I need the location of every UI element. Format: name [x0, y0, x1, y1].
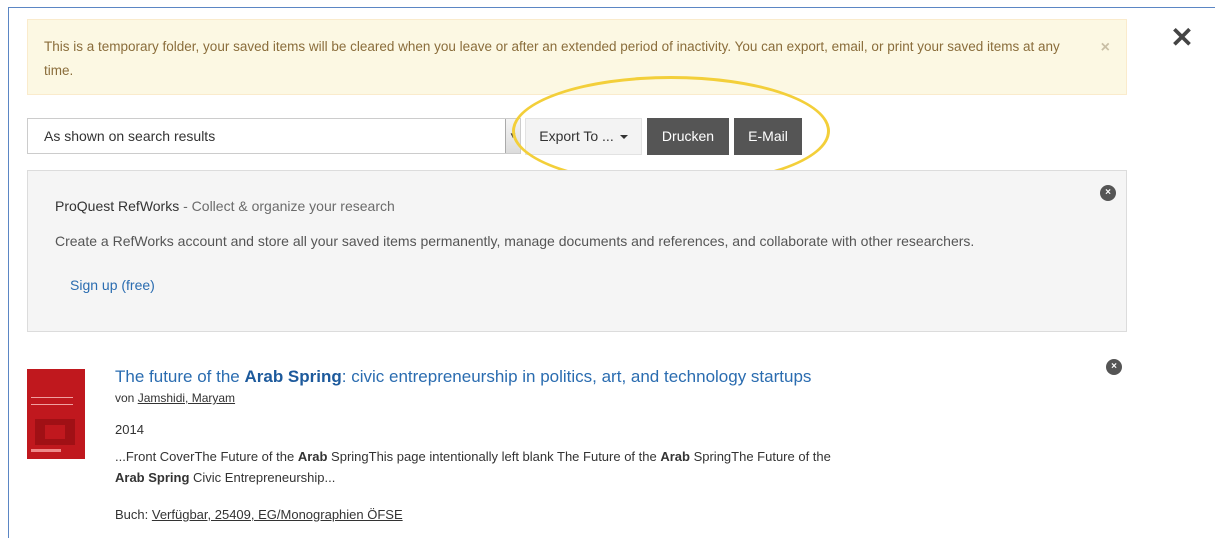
cover-author-art: [31, 449, 61, 452]
refworks-signup-link[interactable]: Sign up (free): [70, 277, 155, 293]
author-by-label: von: [115, 391, 138, 405]
refworks-description: Create a RefWorks account and store all …: [55, 233, 975, 249]
snippet-highlight: Arab: [297, 449, 328, 464]
refworks-subtitle: - Collect & organize your research: [179, 198, 395, 214]
window-close-icon[interactable]: ✕: [1168, 24, 1196, 52]
author-link[interactable]: Jamshidi, Maryam: [138, 391, 235, 405]
temporary-folder-alert: This is a temporary folder, your saved i…: [27, 19, 1127, 95]
format-select[interactable]: As shown on search results ▼: [27, 118, 521, 154]
availability-link[interactable]: Verfügbar, 25409, EG/Monographien ÖFSE: [152, 507, 403, 522]
refworks-title: ProQuest RefWorks - Collect & organize y…: [55, 198, 395, 214]
alert-message: This is a temporary folder, your saved i…: [44, 39, 1060, 78]
snippet-part: SpringThis page intentionally left blank…: [327, 449, 661, 464]
item-snippet: ...Front CoverThe Future of the Arab Spr…: [115, 446, 845, 488]
item-availability: Buch: Verfügbar, 25409, EG/Monographien …: [115, 507, 403, 522]
select-arrow-icon[interactable]: ▼: [505, 119, 520, 153]
email-button[interactable]: E-Mail: [734, 118, 802, 155]
refworks-panel: ProQuest RefWorks - Collect & organize y…: [27, 170, 1127, 332]
refworks-title-text: ProQuest RefWorks: [55, 198, 180, 214]
cover-subtitle-art: [31, 397, 73, 405]
snippet-part: SpringThe Future of the: [689, 449, 831, 464]
item-year: 2014: [115, 422, 144, 437]
format-select-value: As shown on search results: [44, 128, 216, 144]
export-label: Export To ...: [539, 128, 614, 144]
item-title-suffix: : civic entrepreneurship in politics, ar…: [341, 367, 812, 386]
item-title-link[interactable]: The future of the Arab Spring: civic ent…: [115, 367, 811, 387]
refworks-close-icon[interactable]: ×: [1100, 185, 1116, 201]
alert-close-icon[interactable]: ×: [1101, 36, 1110, 60]
item-author: von Jamshidi, Maryam: [115, 391, 235, 405]
print-button[interactable]: Drucken: [647, 118, 729, 155]
caret-down-icon: [619, 135, 628, 140]
item-remove-icon[interactable]: ×: [1106, 359, 1122, 375]
item-title-prefix: The future of the: [115, 367, 245, 386]
snippet-part: ...Front CoverThe Future of the: [115, 449, 298, 464]
export-to-button[interactable]: Export To ...: [525, 118, 642, 155]
snippet-highlight: Arab: [660, 449, 690, 464]
book-cover-thumbnail[interactable]: [27, 369, 85, 459]
snippet-part: Civic Entrepreneurship...: [189, 470, 336, 485]
item-title-highlight: Arab Spring: [244, 367, 342, 386]
cover-graphic-inner: [45, 425, 65, 439]
status-label: Buch:: [115, 507, 152, 522]
snippet-highlight: Arab Spring: [115, 470, 190, 485]
